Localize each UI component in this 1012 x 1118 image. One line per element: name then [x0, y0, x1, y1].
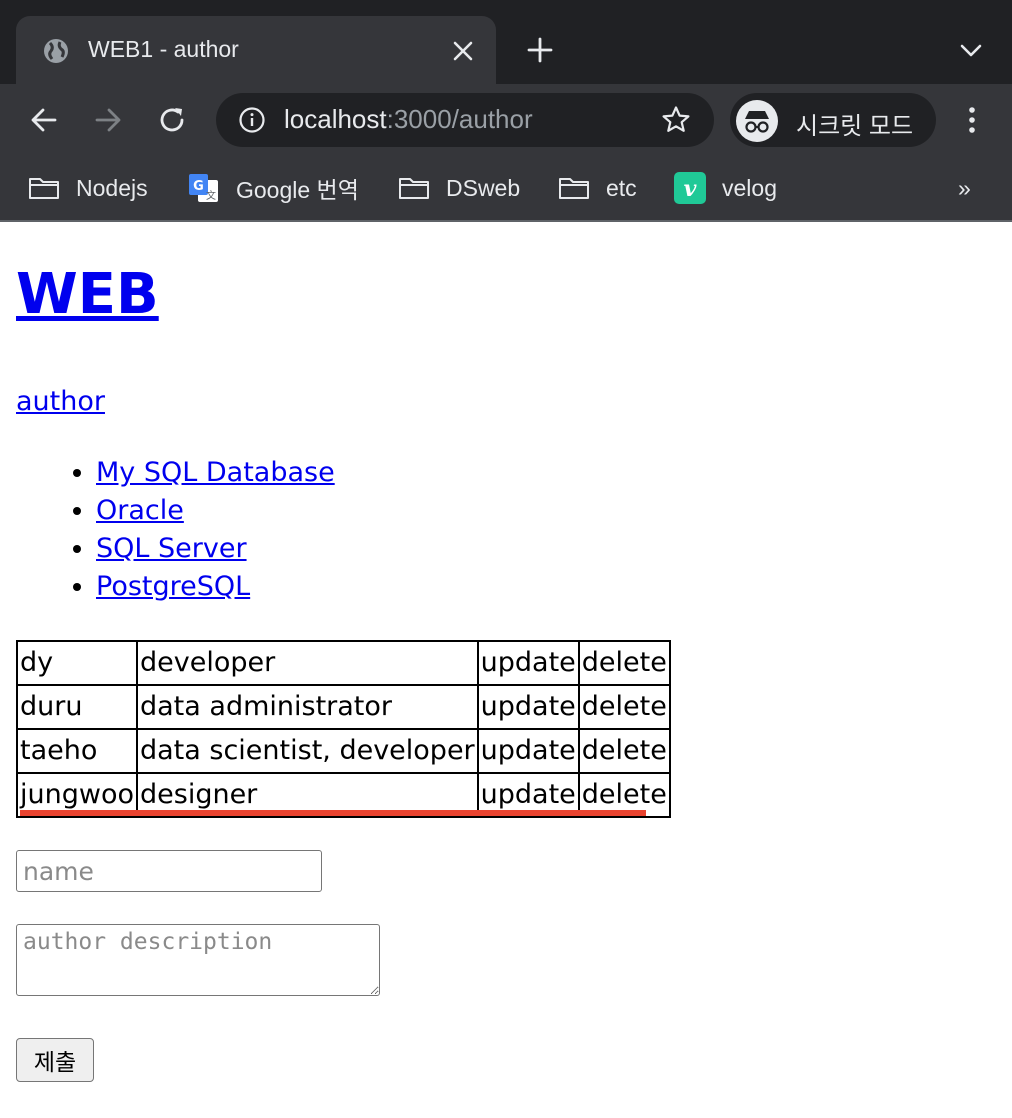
list-item: Oracle — [96, 492, 335, 530]
globe-icon — [44, 39, 68, 63]
highlight-underline — [20, 810, 646, 816]
bookmarks-bar: Nodejs G 文 Google 번역 DSweb etc v velog » — [0, 156, 1012, 222]
author-description-textarea[interactable] — [16, 924, 380, 996]
delete-cell[interactable]: delete — [578, 641, 670, 685]
table-row: duru data administrator update delete — [17, 685, 670, 729]
bookmark-nodejs[interactable]: Nodejs — [28, 170, 148, 206]
topic-link-postgresql[interactable]: PostgreSQL — [96, 571, 250, 602]
folder-icon — [29, 178, 59, 199]
update-cell[interactable]: update — [477, 641, 579, 685]
database-list: My SQL Database Oracle SQL Server Postgr… — [16, 454, 335, 606]
delete-cell[interactable]: delete — [578, 685, 670, 729]
back-arrow-icon[interactable] — [28, 104, 60, 136]
bookmarks-overflow-button[interactable]: » — [958, 170, 971, 206]
author-profile: data administrator — [137, 685, 478, 729]
topic-link-mysql[interactable]: My SQL Database — [96, 457, 335, 488]
page-content: WEB author My SQL Database Oracle SQL Se… — [0, 222, 1012, 1118]
name-input[interactable] — [16, 850, 322, 892]
browser-tab-active[interactable]: WEB1 - author — [16, 16, 496, 84]
bookmark-velog[interactable]: v velog — [674, 170, 777, 206]
reload-icon[interactable] — [156, 104, 188, 136]
update-cell[interactable]: update — [477, 729, 579, 773]
bookmark-google-translate[interactable]: G 文 Google 번역 — [188, 170, 359, 206]
bookmark-star-icon[interactable] — [660, 104, 692, 136]
forward-arrow-icon[interactable] — [92, 104, 124, 136]
incognito-profile-button[interactable]: 시크릿 모드 — [730, 93, 936, 147]
close-icon[interactable] — [452, 40, 474, 62]
info-icon[interactable] — [238, 106, 266, 134]
address-bar[interactable]: localhost:3000/author — [216, 93, 714, 147]
author-name: dy — [17, 641, 137, 685]
author-profile: developer — [137, 641, 478, 685]
incognito-avatar — [736, 100, 778, 142]
google-translate-icon: G 文 — [189, 174, 218, 202]
svg-text:G: G — [193, 179, 204, 194]
folder-icon — [559, 178, 589, 199]
author-name: taeho — [17, 729, 137, 773]
list-item: SQL Server — [96, 530, 335, 568]
tab-title: WEB1 - author — [88, 36, 239, 62]
kebab-menu-icon[interactable] — [960, 104, 984, 136]
svg-text:v: v — [684, 176, 697, 202]
incognito-label: 시크릿 모드 — [796, 113, 914, 140]
folder-icon — [399, 178, 429, 199]
svg-text:文: 文 — [206, 189, 216, 202]
velog-icon: v — [674, 172, 706, 204]
url-text: localhost:3000/author — [284, 104, 533, 134]
bookmark-dsweb[interactable]: DSweb — [398, 170, 520, 206]
page-title: WEB — [16, 262, 159, 328]
author-profile: data scientist, developer — [137, 729, 478, 773]
topic-link-sql-server[interactable]: SQL Server — [96, 533, 247, 564]
author-name: duru — [17, 685, 137, 729]
author-link[interactable]: author — [16, 384, 105, 420]
home-link[interactable]: WEB — [16, 262, 159, 327]
authors-table: dy developer update delete duru data adm… — [16, 640, 671, 818]
bookmark-etc[interactable]: etc — [558, 170, 637, 206]
tab-strip: WEB1 - author — [0, 0, 1012, 84]
list-item: PostgreSQL — [96, 568, 335, 606]
submit-button[interactable]: 제출 — [16, 1038, 94, 1082]
table-row: dy developer update delete — [17, 641, 670, 685]
table-row: taeho data scientist, developer update d… — [17, 729, 670, 773]
update-cell[interactable]: update — [477, 685, 579, 729]
chevron-down-icon[interactable] — [958, 40, 984, 62]
topic-link-oracle[interactable]: Oracle — [96, 495, 184, 526]
new-tab-plus-icon[interactable] — [526, 36, 554, 64]
list-item: My SQL Database — [96, 454, 335, 492]
browser-toolbar: localhost:3000/author 시크릿 모드 — [0, 84, 1012, 156]
incognito-icon — [745, 111, 769, 133]
delete-cell[interactable]: delete — [578, 729, 670, 773]
